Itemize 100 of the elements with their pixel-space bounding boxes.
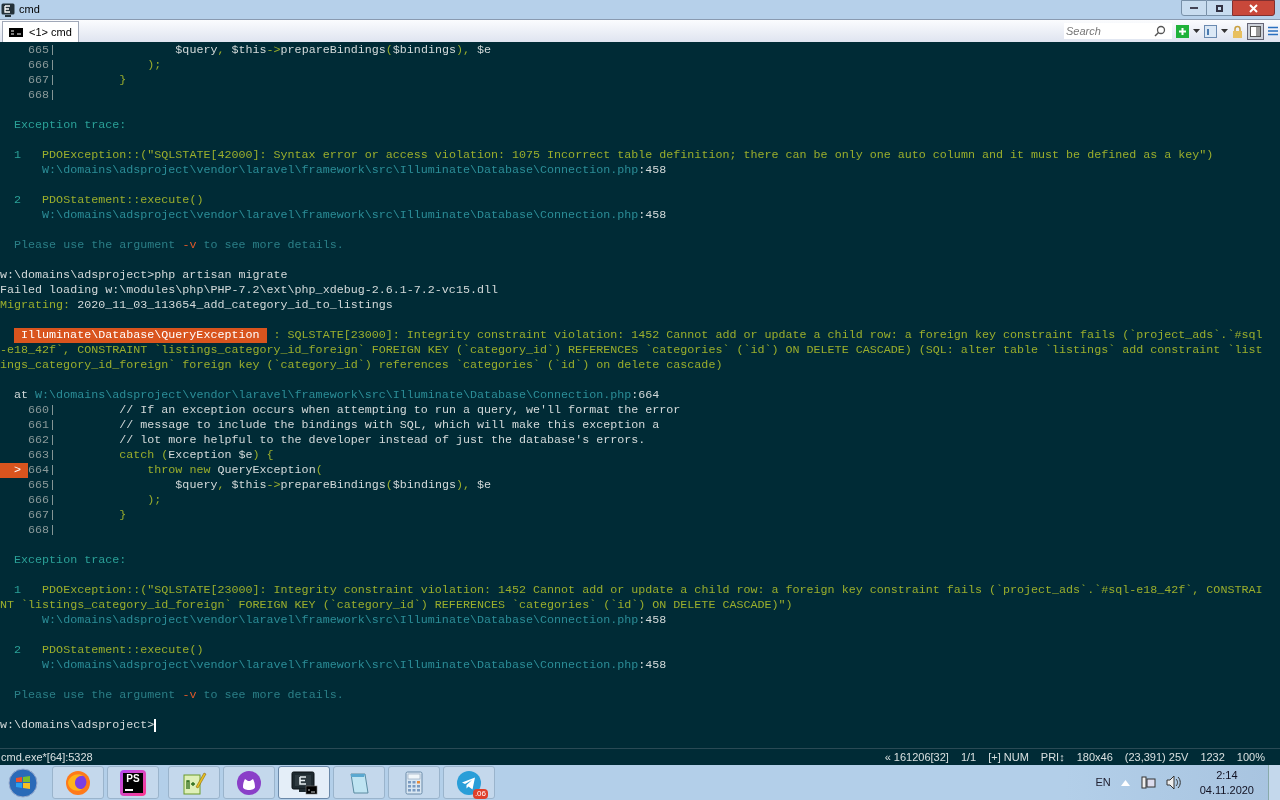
terminal-text: $query [175, 478, 218, 493]
terminal-text: ) { [252, 448, 274, 463]
status-field: « 161206[32] [884, 748, 949, 766]
search-box[interactable]: Search [1064, 23, 1172, 39]
terminal-text: NT `listings_category_id_foreign` FOREIGN KEY (`category_id`) REFERENCES `categories` (`id`) ON DELETE CASCADE)") [0, 598, 793, 613]
restore-button[interactable] [1207, 0, 1232, 16]
line-number: 668| [28, 88, 57, 103]
taskbar-button[interactable]: PS [107, 766, 159, 799]
terminal-text: catch [119, 448, 155, 463]
terminal-text: Failed loading w:\modules\php\PHP-7.2\ext\php_xdebug-2.6.1-7.2-vc15.dll [0, 283, 498, 298]
console-icon [9, 27, 23, 37]
terminal-text: -v [182, 238, 197, 253]
phpstorm-icon: PS [120, 769, 146, 796]
exception-badge: Illuminate\Database\QueryException [14, 328, 267, 343]
status-field: 1232 [1200, 748, 1225, 766]
caret-icon[interactable] [1193, 29, 1200, 33]
terminal-text: Exception $e [168, 448, 253, 463]
terminal-text: prepareBindings [280, 478, 386, 493]
search-field[interactable]: Search [1066, 22, 1154, 40]
file-path: W:\domains\adsproject\vendor\laravel\framework\src\Illuminate\Database\Connection.php [42, 163, 639, 178]
trace-number: 2 [14, 193, 22, 208]
trace-number: 1 [14, 583, 22, 598]
file-path: W:\domains\adsproject\vendor\laravel\framework\src\Illuminate\Database\Connection.php [42, 658, 639, 673]
line-number: 664| [28, 463, 57, 478]
line-number: 667| [28, 73, 57, 88]
terminal-text: , [217, 43, 225, 58]
panel-toggle-button[interactable] [1247, 22, 1264, 40]
terminal-text: : SQLSTATE[23000]: Integrity constraint violation: 1452 Cannot add or update a child row: a foreign key constraint fails (`project_ads`.`#sql [273, 328, 1263, 343]
unread-badge: .06 [472, 788, 488, 799]
close-icon [1249, 3, 1258, 13]
terminal-text: prepareBindings [280, 43, 386, 58]
terminal-text: } [119, 73, 127, 88]
taskbar-button[interactable] [278, 766, 330, 799]
terminal-text: :458 [638, 163, 667, 178]
line-number: 665| [28, 478, 57, 493]
caret-icon[interactable] [1221, 29, 1228, 33]
language-indicator[interactable]: EN [1095, 774, 1111, 791]
menu-icon[interactable] [1268, 26, 1278, 36]
terminal-text: at [14, 388, 29, 403]
terminal-text: to see more details. [203, 688, 344, 703]
terminal-text: $this [231, 478, 267, 493]
terminal-tab[interactable]: <1> cmd [2, 21, 79, 42]
terminal-text: Exception trace: [14, 118, 127, 133]
line-number: 667| [28, 508, 57, 523]
terminal-text: , [217, 478, 225, 493]
terminal-text: $this [231, 43, 267, 58]
process-label: cmd.exe*[64]:5328 [1, 749, 93, 765]
status-field: (23,391) 25V [1124, 748, 1189, 766]
terminal-text: -> [266, 43, 281, 58]
status-field: 100% [1236, 748, 1265, 766]
terminal-text: -v [182, 688, 197, 703]
network-icon[interactable] [1139, 775, 1156, 790]
terminal-text: // lot more helpful to the developer instead of just the database's errors. [119, 433, 646, 448]
terminal-text: ); [147, 493, 162, 508]
terminal-text: PDOException::("SQLSTATE[42000]: Syntax error or access violation: 1075 Incorrect table definition; there can be only one auto column and it must be defined as a key") [42, 148, 1214, 163]
status-field: 180x46 [1076, 748, 1113, 766]
terminal-text: ), [455, 478, 470, 493]
line-number: 660| [28, 403, 57, 418]
terminal-text: -> [266, 478, 281, 493]
clock-time[interactable]: 2:14 [1216, 767, 1238, 783]
terminal-text: $e [477, 478, 492, 493]
speaker-icon[interactable] [1165, 775, 1182, 790]
terminal-text: Please use the argument [14, 688, 176, 703]
terminal-text: ( [315, 463, 323, 478]
firefox-icon [65, 769, 91, 796]
terminal-text: throw new [147, 463, 211, 478]
terminal-text: :458 [638, 658, 667, 673]
clock-date[interactable]: 04.11.2020 [1199, 782, 1254, 798]
terminal-text: // If an exception occurs when attempting to run a query, we'll format the error [119, 403, 681, 418]
terminal-text: $bindings [392, 478, 456, 493]
line-number: 666| [28, 493, 57, 508]
terminal-text: } [119, 508, 127, 523]
terminal-monitor-icon [290, 769, 318, 796]
line-number: 661| [28, 418, 57, 433]
minimize-button[interactable] [1181, 0, 1207, 16]
terminal-text: ( [161, 448, 169, 463]
text-cursor [154, 719, 157, 732]
terminal-text: :458 [638, 208, 667, 223]
terminal-text: PDOException::("SQLSTATE[23000]: Integrity constraint violation: 1452 Cannot add or update a child row: a foreign key constraint fails (`project_ads`.`#sql-e18_42f`, CONSTRAI [42, 583, 1263, 598]
terminal-text: w:\domains\adsproject> [0, 718, 155, 733]
layout-icon[interactable] [1204, 24, 1217, 38]
status-field: 1/1 [960, 748, 977, 766]
line-number: 662| [28, 433, 57, 448]
terminal-text: to see more details. [203, 238, 344, 253]
taskbar-button[interactable]: .06 [443, 766, 495, 799]
trace-number: 1 [14, 148, 22, 163]
terminal-text: // message to include the bindings with SQL, which will make this exception a [119, 418, 660, 433]
terminal-text: w:\domains\adsproject>php artisan migrate [0, 268, 288, 283]
terminal-text: ), [455, 43, 470, 58]
file-path: W:\domains\adsproject\vendor\laravel\framework\src\Illuminate\Database\Connection.php [35, 388, 632, 403]
terminal-app-icon [1, 2, 15, 17]
window-title: cmd [19, 2, 40, 18]
terminal-text: :664 [631, 388, 660, 403]
status-field: [+] NUM [988, 748, 1029, 766]
cat-icon [236, 769, 262, 796]
line-number: 665| [28, 43, 57, 58]
trace-number: 2 [14, 643, 22, 658]
close-button[interactable] [1232, 0, 1275, 16]
terminal-text: Please use the argument [14, 238, 176, 253]
search-icon [1154, 25, 1166, 37]
